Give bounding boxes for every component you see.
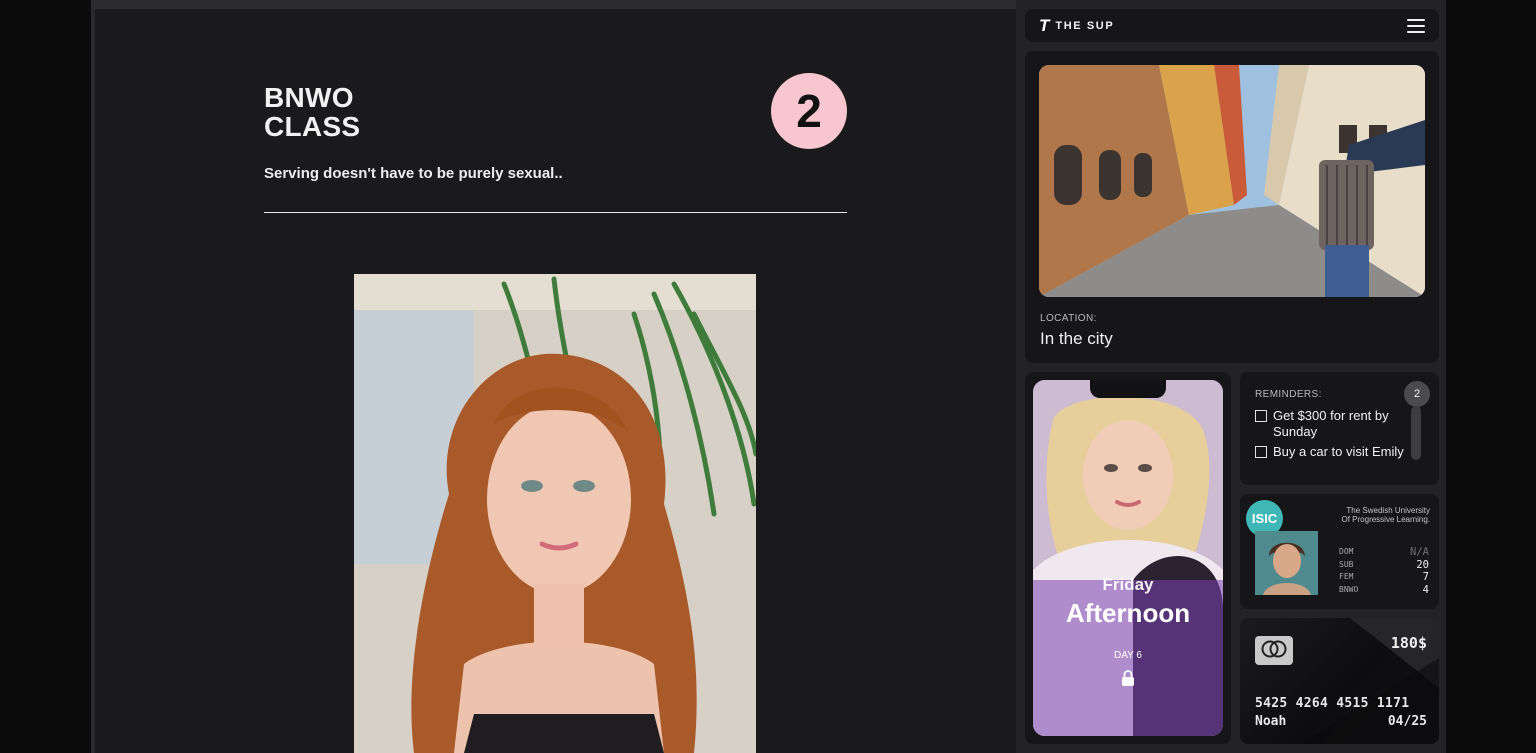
portrait-image — [354, 274, 756, 753]
reminder-checkbox[interactable] — [1255, 410, 1267, 422]
isic-stat-row: FEM 7 — [1339, 571, 1429, 584]
location-image — [1039, 65, 1425, 297]
stat-value: 20 — [1416, 558, 1429, 571]
menu-bar — [1407, 30, 1425, 33]
card-number: 5425 4264 4515 1171 — [1255, 696, 1410, 711]
stat-key: BNWO — [1339, 584, 1359, 594]
title-line-1: BNWO — [264, 82, 354, 113]
isic-stat-row: SUB 20 — [1339, 559, 1429, 572]
hamburger-menu-icon[interactable] — [1407, 18, 1425, 33]
stat-value: 4 — [1422, 583, 1429, 596]
card-expiry: 04/25 — [1387, 714, 1427, 729]
card-balance: 180$ — [1390, 634, 1427, 652]
isic-card: ISIC The Swedish University Of Progressi… — [1240, 494, 1439, 609]
isic-stat-row: BNWO 4 — [1339, 584, 1429, 597]
portrait-illustration — [354, 274, 756, 753]
student-photo-illustration — [1255, 531, 1318, 595]
isic-stats: DOM N/A SUB 20 FEM 7 BNWO 4 — [1339, 546, 1429, 596]
lock-icon[interactable] — [1121, 670, 1135, 686]
reminder-text: Get $300 for rent by Sunday — [1273, 408, 1389, 439]
card-holder: Noah — [1255, 714, 1287, 729]
brand-logo-icon: T — [1039, 15, 1050, 35]
title-line-2: CLASS — [264, 111, 361, 142]
class-number-badge: 2 — [771, 73, 847, 149]
phone-day-number: DAY 6 — [1114, 650, 1142, 661]
main-content: BNWO CLASS 2 Serving doesn't have to be … — [95, 9, 1015, 753]
mastercard-icon — [1255, 636, 1293, 665]
stat-value: 7 — [1422, 571, 1429, 583]
reminder-text: Buy a car to visit Emily — [1273, 444, 1404, 459]
reminders-label: REMINDERS: — [1255, 389, 1322, 400]
phone-time-of-day: Afternoon — [1065, 598, 1191, 628]
street-illustration — [1039, 65, 1425, 297]
isic-university-line-2: Of Progressive Learning. — [1341, 515, 1431, 524]
title-divider — [264, 212, 847, 213]
reminders-card: REMINDERS: 2 Get $300 for rent by Sunday… — [1240, 372, 1439, 485]
phone-card: Friday Afternoon DAY 6 — [1025, 372, 1231, 744]
location-label: LOCATION: — [1040, 313, 1097, 324]
page-title: BNWO CLASS — [264, 83, 360, 141]
stat-key: DOM — [1339, 547, 1354, 556]
isic-university: The Swedish University Of Progressive Le… — [1320, 506, 1431, 524]
reminders-count-badge: 2 — [1404, 381, 1430, 407]
top-bar: T THE SUP — [1025, 9, 1439, 42]
stat-value: N/A — [1410, 546, 1429, 558]
reminders-list: Get $300 for rent by Sunday Buy a car to… — [1255, 408, 1405, 470]
reminder-checkbox[interactable] — [1255, 446, 1267, 458]
location-value: In the city — [1040, 329, 1113, 348]
brand[interactable]: T THE SUP — [1039, 16, 1114, 36]
mastercard-circles — [1261, 640, 1287, 658]
stat-key: FEM — [1339, 572, 1354, 581]
phone-notch — [1090, 380, 1166, 398]
phone-day: Friday — [1102, 575, 1154, 594]
menu-bar — [1407, 24, 1425, 27]
reminder-item[interactable]: Get $300 for rent by Sunday — [1255, 408, 1405, 440]
menu-bar — [1407, 18, 1425, 21]
isic-stat-row: DOM N/A — [1339, 546, 1429, 559]
reminder-item[interactable]: Buy a car to visit Emily — [1255, 444, 1405, 460]
page-subtitle: Serving doesn't have to be purely sexual… — [264, 165, 563, 182]
reminders-scrollbar[interactable] — [1411, 406, 1421, 460]
phone-screen[interactable]: Friday Afternoon DAY 6 — [1033, 380, 1223, 736]
stat-key: SUB — [1339, 559, 1354, 569]
location-card: LOCATION: In the city — [1025, 51, 1439, 363]
credit-card[interactable]: 180$ 5425 4264 4515 1171 Noah 04/25 — [1240, 618, 1439, 744]
isic-university-line-1: The Swedish University — [1346, 506, 1430, 515]
brand-name: THE SUP — [1055, 19, 1115, 32]
isic-student-photo — [1255, 531, 1318, 595]
